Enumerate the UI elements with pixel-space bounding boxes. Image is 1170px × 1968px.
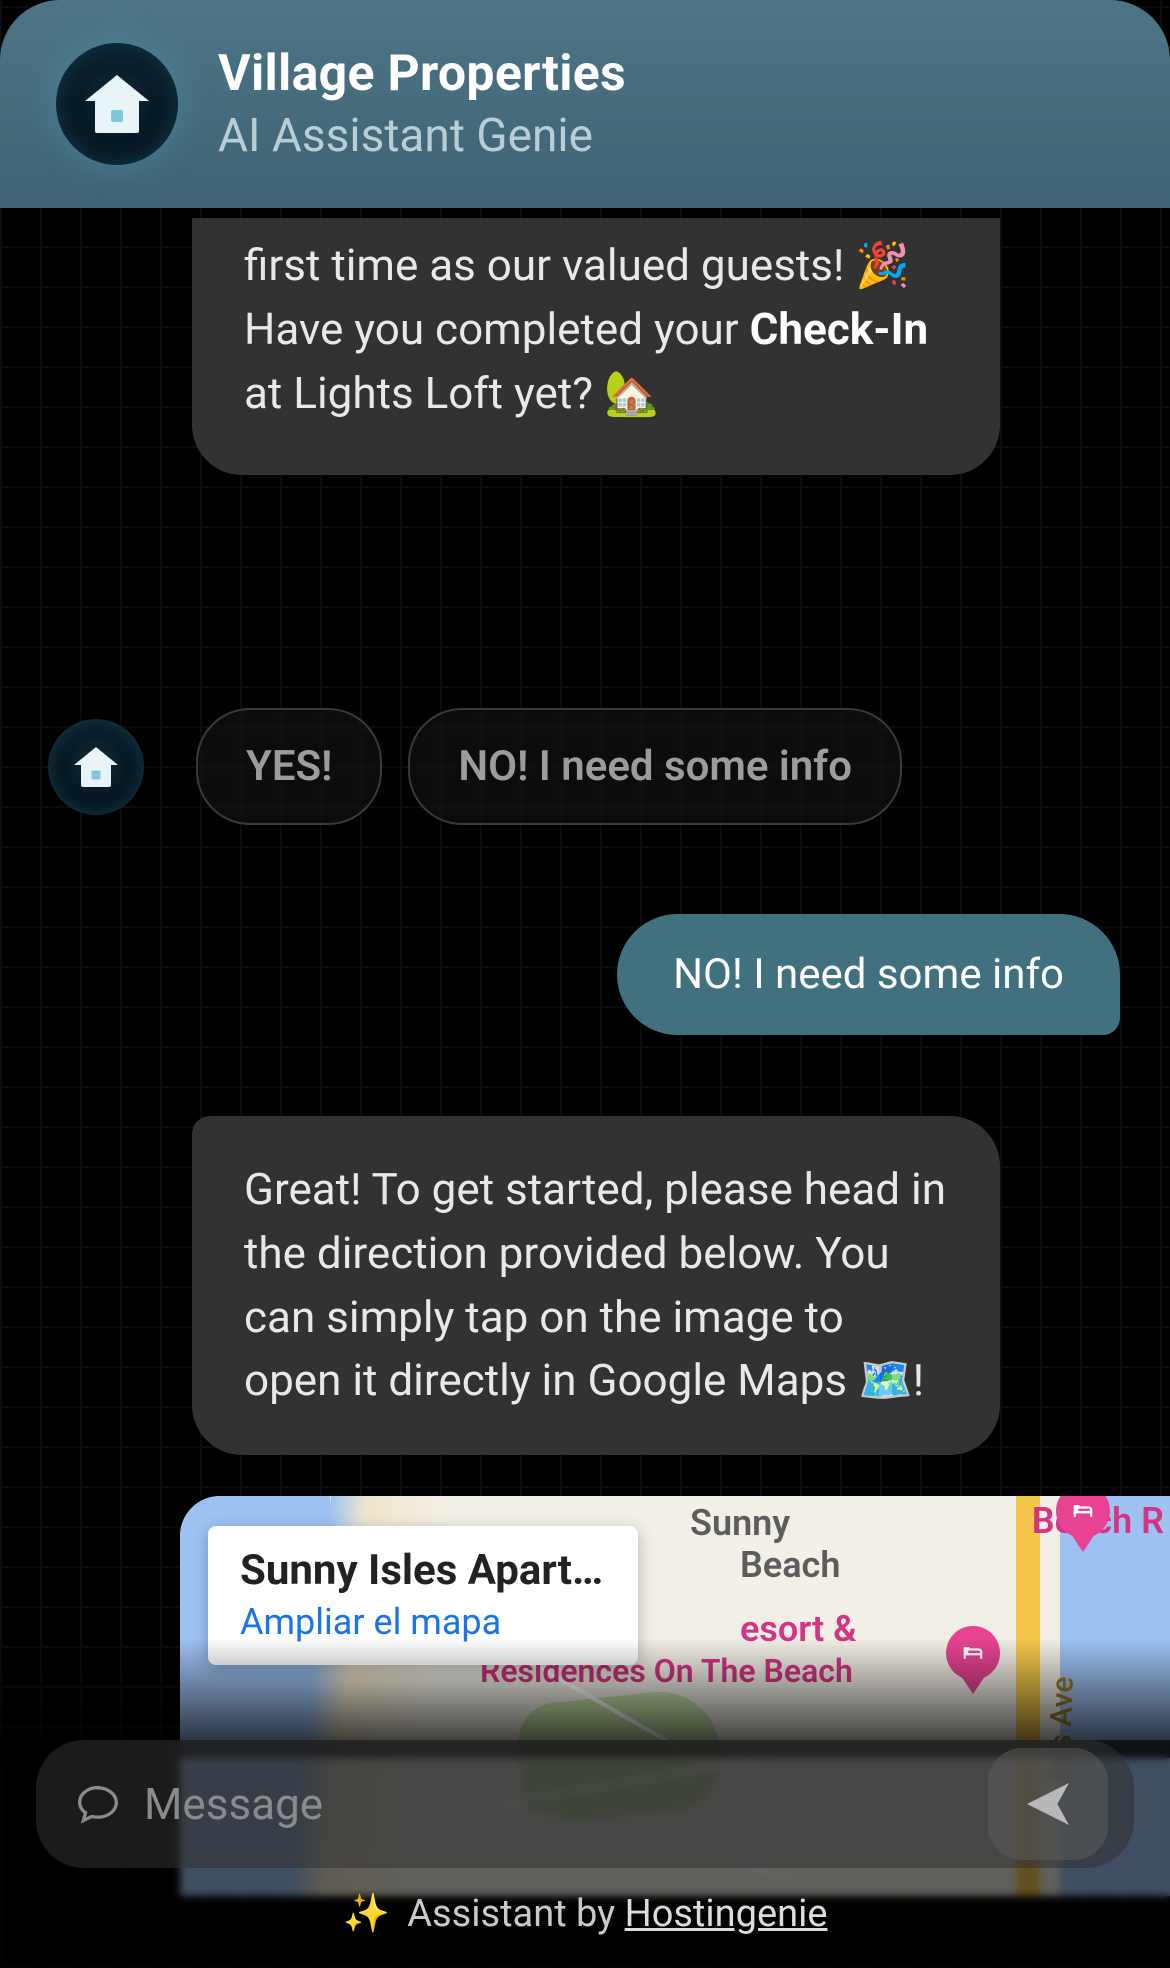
bot-message-intro: first time as our valued guests! 🎉 Have … <box>192 218 1000 475</box>
user-message-text: NO! I need some info <box>673 950 1064 999</box>
speech-bubble-icon <box>76 1782 120 1826</box>
bot-mini-avatar <box>48 719 144 815</box>
house-icon <box>88 75 146 133</box>
bot-avatar <box>56 43 178 165</box>
user-message: NO! I need some info <box>617 914 1120 1035</box>
message-input-row: Message <box>36 1740 1134 1868</box>
footer-brand-link[interactable]: Hostingenie <box>625 1892 828 1936</box>
bot-directions-text: Great! To get started, please head in th… <box>244 1163 946 1406</box>
bed-icon <box>1069 1497 1097 1525</box>
footer-prefix: Assistant by <box>407 1892 624 1936</box>
chat-header: Village Properties AI Assistant Genie <box>0 0 1170 208</box>
message-placeholder: Message <box>144 1778 323 1830</box>
house-icon <box>76 747 116 787</box>
bot-directions-post: ! <box>913 1354 924 1406</box>
map-label-sunny: Sunny <box>690 1502 790 1544</box>
sparkles-icon: ✨ <box>342 1892 389 1936</box>
bot-message-directions: Great! To get started, please head in th… <box>192 1116 1000 1455</box>
quick-reply-yes[interactable]: YES! <box>196 708 382 825</box>
header-text: Village Properties AI Assistant Genie <box>218 45 626 163</box>
map-callout-title: Sunny Isles Apart… <box>240 1546 606 1595</box>
bot-intro-tail: first time as our valued guests! <box>244 239 855 291</box>
bot-intro-bold: Check-In <box>750 303 929 355</box>
send-icon <box>1020 1776 1076 1832</box>
bot-intro-q-post: at Lights Loft yet? <box>244 367 604 419</box>
quick-reply-row: YES! NO! I need some info <box>48 708 902 825</box>
send-button[interactable] <box>988 1748 1108 1860</box>
house-garden-emoji: 🏡 <box>604 367 659 419</box>
party-popper-emoji: 🎉 <box>855 239 910 291</box>
quick-reply-no[interactable]: NO! I need some info <box>408 708 902 825</box>
map-callout-link[interactable]: Ampliar el mapa <box>240 1601 606 1643</box>
message-input[interactable]: Message <box>144 1778 964 1830</box>
map-label-beach: Beach <box>740 1544 840 1586</box>
bot-intro-q-pre: Have you completed your <box>244 303 750 355</box>
header-title: Village Properties <box>218 45 626 103</box>
header-subtitle: AI Assistant Genie <box>218 109 626 163</box>
footer: ✨ Assistant by Hostingenie <box>36 1868 1134 1948</box>
composer: Message ✨ Assistant by Hostingenie <box>0 1740 1170 1968</box>
world-map-emoji: 🗺️ <box>858 1354 913 1406</box>
